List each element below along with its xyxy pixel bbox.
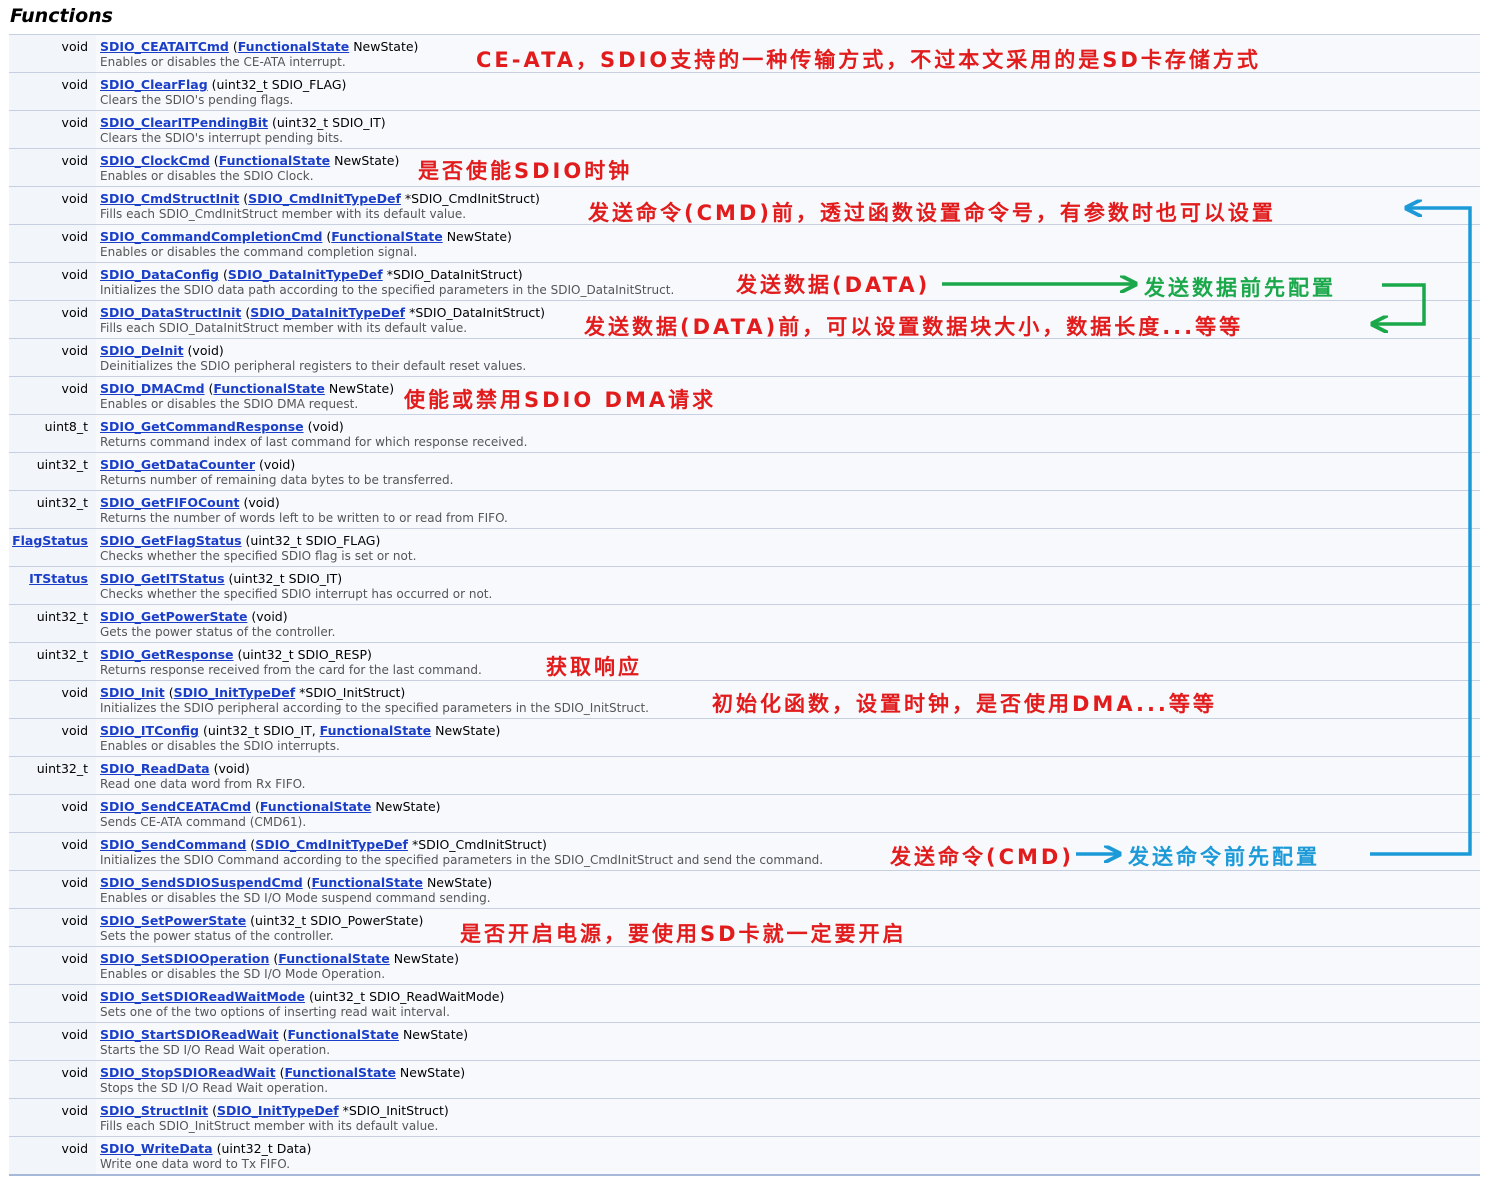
arrow-preconfig-to-datastruct: [1374, 283, 1426, 324]
annotation-arrows: [942, 0, 1472, 1191]
arrow-preconfig-to-cmdstruct: [1370, 208, 1472, 856]
